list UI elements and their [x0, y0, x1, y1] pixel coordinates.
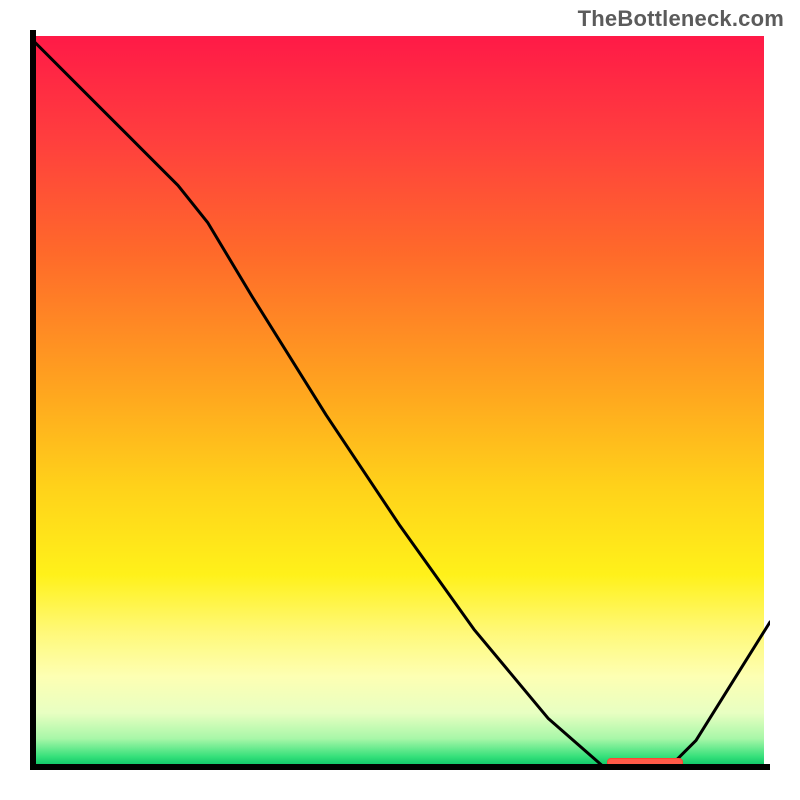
curve-svg [30, 30, 770, 770]
attribution-text: TheBottleneck.com [578, 6, 784, 32]
bottleneck-curve-path [30, 37, 770, 770]
optimum-marker [607, 758, 683, 768]
chart-root: { "attribution": "TheBottleneck.com", "c… [0, 0, 800, 800]
plot-area [30, 30, 770, 770]
